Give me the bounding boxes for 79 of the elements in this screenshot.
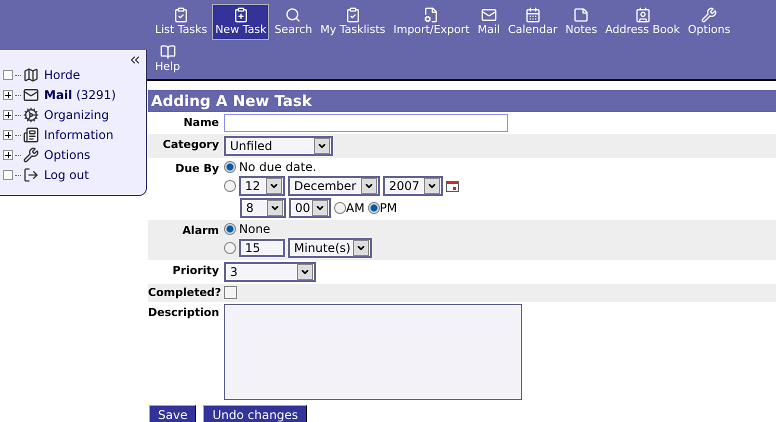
name-field[interactable] [224,114,508,132]
option-label: None [239,222,270,236]
field-label: Alarm [181,223,220,239]
caret-icon [364,181,374,191]
toolbar-button[interactable]: New Task [212,4,270,40]
field-label: Completed? [148,286,222,300]
form-title: Adding A New Task [148,90,776,112]
expander-icon[interactable] [3,110,13,120]
clipboard-icon [232,7,249,23]
gear-icon [23,107,39,123]
logout-icon [23,167,39,183]
caret-icon [317,141,327,151]
checkbox[interactable] [224,286,237,299]
option-label: No due date. [239,160,316,174]
dropdown[interactable]: 8 [240,198,286,218]
dropdown[interactable]: Minute(s) [288,238,372,258]
calendar-icon[interactable] [446,180,459,192]
sidebar-item[interactable]: Organizing [44,108,109,122]
toolbar-button[interactable]: My Tasklists [317,4,388,40]
caret-icon [270,203,280,213]
sidebar-item[interactable]: Information [44,128,114,142]
caret-icon [269,181,279,191]
wrench-icon [701,7,718,23]
expander-icon[interactable] [3,130,13,140]
sidebar-item[interactable]: Log out [44,168,89,182]
wrench-icon [23,147,39,163]
dropdown[interactable]: December [288,176,380,196]
toolbar-button[interactable]: List Tasks [152,4,210,40]
field-label: Category [162,137,220,153]
dropdown[interactable]: 12 [239,176,285,196]
clipboard-icon [173,7,190,23]
toolbar-button[interactable]: Options [684,4,734,40]
search-icon [285,7,302,23]
map-icon [23,67,39,83]
radio-button[interactable] [368,202,380,214]
toolbar-button[interactable]: Notes [562,4,600,40]
toolbar-button[interactable]: Search [271,4,316,40]
toolbar-button[interactable]: Help [152,41,184,77]
caret-icon [427,181,437,191]
dropdown[interactable]: 2007 [383,176,443,196]
radio-button[interactable] [224,223,236,235]
field-label: Due By [174,161,220,177]
toolbar-button[interactable]: Mail [474,4,503,40]
form-button[interactable]: Save [149,405,196,422]
field-label: Description [148,305,220,321]
sidebar-item[interactable]: Mail (3291) [44,88,116,102]
book-icon [160,44,176,60]
radio-button[interactable] [224,180,236,192]
envelope-icon [23,87,39,103]
toolbar-button[interactable]: Calendar [504,4,560,40]
caret-icon [300,267,310,277]
option-label: AM [346,201,365,215]
toolbar-button[interactable]: Import/Export [390,4,473,40]
sidebar-item[interactable]: Options [44,148,90,162]
note-icon [573,7,590,23]
alarm-amount-field[interactable]: 15 [239,239,285,257]
document-icon [23,127,39,143]
radio-button[interactable] [334,202,346,214]
field-label: Priority [172,263,220,279]
caret-icon [356,243,366,253]
calendar-icon [524,7,541,23]
caret-icon [315,203,325,213]
envelope-icon [480,7,497,23]
expander-icon[interactable] [3,90,13,100]
gear-document-icon [423,7,440,23]
field-label: Name [182,115,220,131]
dropdown[interactable]: 3 [224,262,316,282]
option-label: PM [380,201,398,215]
radio-button[interactable] [224,161,236,173]
sidebar-item[interactable]: Horde [44,68,80,82]
form-button[interactable]: Undo changes [203,405,308,422]
description-field[interactable] [224,304,522,400]
toolbar-button[interactable]: Address Book [602,4,683,40]
expander-icon[interactable] [3,150,13,160]
clipboard-icon [344,7,361,23]
dropdown[interactable]: 00 [289,198,331,218]
radio-button[interactable] [224,242,236,254]
contact-card-icon [634,7,651,23]
dropdown[interactable]: Unfiled [224,136,333,156]
